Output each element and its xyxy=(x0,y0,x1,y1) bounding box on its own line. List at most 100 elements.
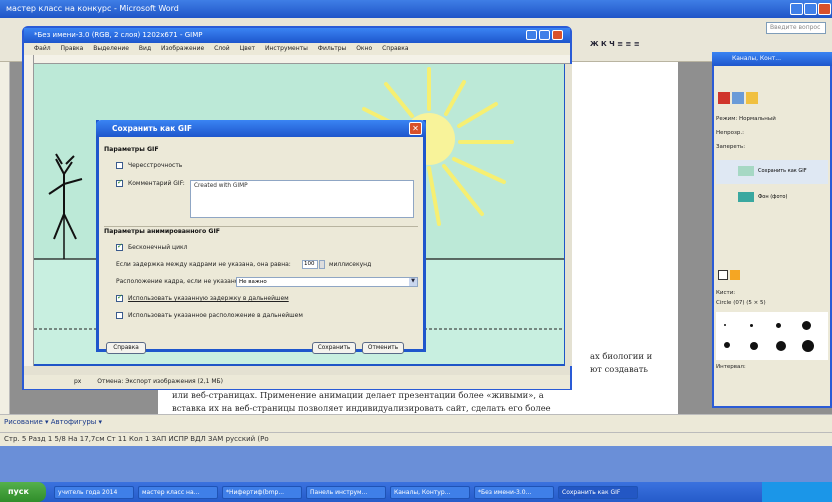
brush-preview[interactable] xyxy=(776,341,786,351)
brush-name: Circle (07) (5 × 5) xyxy=(716,300,766,306)
layer-name: Фон (фото) xyxy=(758,194,788,200)
gimp-statusbar: px Отмена: Экспорт изображения (2,1 МБ) xyxy=(24,375,570,389)
system-tray[interactable] xyxy=(762,482,832,502)
gif-options-heading: Параметры GIF xyxy=(104,146,159,153)
brush-preview[interactable] xyxy=(802,321,811,330)
taskbar-item-label: Панель инструм... xyxy=(310,489,368,496)
menu-select[interactable]: Выделение xyxy=(93,45,129,52)
taskbar-item-label: *Без имени-3.0... xyxy=(478,489,532,496)
use-delay-checkbox[interactable] xyxy=(116,293,123,302)
close-button[interactable] xyxy=(818,3,831,15)
comment-textarea[interactable]: Created with GIMP xyxy=(190,180,414,218)
use-disposal-checkbox[interactable] xyxy=(116,312,123,319)
loop-checkbox[interactable] xyxy=(116,242,123,251)
taskbar-item[interactable]: *Нифертиф(bmp... xyxy=(222,486,302,499)
bg-color-swatch[interactable] xyxy=(730,270,740,280)
layer-mode-row[interactable]: Режим: Нормальный xyxy=(716,116,828,126)
start-button[interactable]: пуск xyxy=(0,482,46,502)
brush-preview[interactable] xyxy=(724,324,726,326)
brush-preview[interactable] xyxy=(802,340,814,352)
opacity-label: Непрозр.: xyxy=(716,130,744,136)
menu-layer[interactable]: Слой xyxy=(214,45,230,52)
help-button-label: Справка xyxy=(113,345,139,351)
gimp-close-button[interactable] xyxy=(552,30,563,40)
dialog-title-bar: Сохранить как GIF xyxy=(96,120,426,137)
dock-title: Каналы, Конт... xyxy=(732,55,781,62)
section-divider xyxy=(104,226,418,227)
menu-tools[interactable]: Инструменты xyxy=(265,45,308,52)
maximize-button[interactable] xyxy=(804,3,817,15)
taskbar-item-label: мастер класс на... xyxy=(142,489,200,496)
layer-thumbnail xyxy=(738,166,754,176)
brush-preview[interactable] xyxy=(750,324,753,327)
taskbar-item[interactable]: Панель инструм... xyxy=(306,486,386,499)
menu-view[interactable]: Вид xyxy=(139,45,151,52)
delay-input[interactable]: 100 xyxy=(302,260,318,269)
spacing-row[interactable]: Интервал: xyxy=(716,364,828,374)
spacing-label: Интервал: xyxy=(716,364,746,370)
layer-item[interactable]: Фон (фото) xyxy=(716,186,828,210)
word-title-bar: мастер класс на конкурс - Microsoft Word xyxy=(0,0,832,18)
taskbar-item[interactable]: учитель года 2014 xyxy=(54,486,134,499)
menu-file[interactable]: Файл xyxy=(34,45,51,52)
drawing-toolbar[interactable]: Рисование ▾ Автофигуры ▾ xyxy=(0,414,832,432)
brush-preview[interactable] xyxy=(724,342,730,348)
brushes-label: Кисти: xyxy=(716,290,736,296)
gimp-horizontal-ruler[interactable] xyxy=(34,55,570,64)
paths-tab-icon[interactable] xyxy=(746,92,758,104)
comment-checkbox[interactable] xyxy=(116,178,123,187)
help-button[interactable]: Справка xyxy=(106,342,146,354)
menu-help[interactable]: Справка xyxy=(382,45,408,52)
taskbar-item-label: *Нифертиф(bmp... xyxy=(226,489,285,496)
taskbar-item[interactable]: мастер класс на... xyxy=(138,486,218,499)
opacity-row[interactable]: Непрозр.: xyxy=(716,130,828,140)
cancel-button[interactable]: Отменить xyxy=(362,342,404,354)
save-button[interactable]: Сохранить xyxy=(312,342,356,354)
brush-grid[interactable] xyxy=(716,312,828,360)
format-toolbar[interactable]: Ж К Ч ≡ ≡ ≡ xyxy=(590,40,706,50)
layers-tab-icon[interactable] xyxy=(718,92,730,104)
use-disposal-label: Использовать указанное расположение в да… xyxy=(128,312,303,319)
gimp-vertical-ruler[interactable] xyxy=(24,55,34,375)
taskbar-item-label: Сохранить как GIF xyxy=(562,489,621,496)
loop-label: Бесконечный цикл xyxy=(128,244,188,251)
menu-image[interactable]: Изображение xyxy=(161,45,204,52)
chevron-down-icon[interactable]: ▼ xyxy=(409,278,417,286)
comment-value: Created with GIMP xyxy=(194,183,248,189)
delay-unit: миллисекунд xyxy=(329,261,372,268)
dialog-close-button[interactable]: ✕ xyxy=(409,122,422,135)
mode-select[interactable]: Нормальный xyxy=(739,116,776,122)
anim-options-heading: Параметры анимированного GIF xyxy=(104,228,220,235)
disposal-value: Не важно xyxy=(239,279,267,285)
ask-question-input[interactable]: Введите вопрос xyxy=(766,22,826,34)
minimize-button[interactable] xyxy=(790,3,803,15)
gimp-maximize-button[interactable] xyxy=(539,30,550,40)
gimp-horizontal-scrollbar[interactable] xyxy=(24,366,570,375)
taskbar-item[interactable]: Каналы, Контур... xyxy=(390,486,470,499)
taskbar-item-active[interactable]: Сохранить как GIF xyxy=(558,486,638,499)
unit-select[interactable]: px xyxy=(74,378,81,385)
gimp-minimize-button[interactable] xyxy=(526,30,537,40)
lock-row[interactable]: Запереть: xyxy=(716,144,828,154)
comment-label: Комментарий GIF: xyxy=(128,180,185,187)
brush-preview[interactable] xyxy=(776,323,781,328)
taskbar-item[interactable]: *Без имени-3.0... xyxy=(474,486,554,499)
layer-item[interactable]: Сохранить как GIF xyxy=(716,160,828,184)
taskbar-item-label: Каналы, Контур... xyxy=(394,489,451,496)
menu-windows[interactable]: Окно xyxy=(356,45,372,52)
fg-color-swatch[interactable] xyxy=(718,270,728,280)
channels-tab-icon[interactable] xyxy=(732,92,744,104)
delay-spinner-icon[interactable] xyxy=(319,260,325,269)
menu-colors[interactable]: Цвет xyxy=(240,45,255,52)
brush-preview[interactable] xyxy=(750,342,758,350)
gimp-title-bar: *Без имени-3.0 (RGB, 2 слоя) 1202x671 - … xyxy=(24,28,570,43)
cancel-button-label: Отменить xyxy=(367,345,399,351)
interlace-checkbox[interactable] xyxy=(116,162,123,169)
menu-filters[interactable]: Фильтры xyxy=(318,45,346,52)
brushes-row: Кисти: xyxy=(716,290,828,300)
delay-label: Если задержка между кадрами не указана, … xyxy=(116,261,291,268)
disposal-select[interactable]: Не важно xyxy=(236,277,418,287)
gimp-title: *Без имени-3.0 (RGB, 2 слоя) 1202x671 - … xyxy=(34,31,203,39)
menu-edit[interactable]: Правка xyxy=(61,45,84,52)
gimp-vertical-scrollbar[interactable] xyxy=(565,64,572,366)
